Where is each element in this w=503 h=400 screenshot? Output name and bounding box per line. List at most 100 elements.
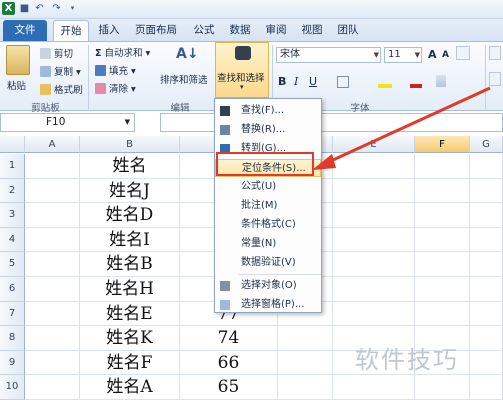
cut-button[interactable]: 剪切 [40, 46, 73, 60]
cell-g4[interactable] [470, 227, 503, 253]
cell-g5[interactable] [470, 252, 503, 277]
find-select-button[interactable]: 查找和选择 ▾ [215, 42, 269, 98]
row-header[interactable]: 4 [0, 227, 25, 253]
menu-item[interactable]: 数据验证(V) [215, 254, 321, 272]
cell-b4[interactable]: 姓名I [80, 227, 180, 253]
cell-a2[interactable] [25, 178, 80, 204]
tab-home[interactable]: 开始 [53, 20, 89, 41]
cell-c10[interactable]: 65 [180, 375, 278, 400]
cell-c9[interactable]: 66 [180, 350, 278, 376]
cell-g10[interactable] [470, 375, 503, 400]
cell-a9[interactable] [25, 350, 80, 376]
tab-data[interactable]: 数据 [224, 20, 256, 41]
cell-e10[interactable] [333, 375, 415, 400]
cell-g7[interactable] [470, 301, 503, 327]
cell-a7[interactable] [25, 301, 80, 327]
name-box[interactable]: F10 ▼ [0, 113, 135, 132]
row-header[interactable]: 8 [0, 326, 25, 351]
tab-review[interactable]: 审阅 [260, 20, 292, 41]
menu-item[interactable]: 选择对象(O) [215, 277, 321, 295]
copy-button[interactable]: 复制 ▾ [40, 64, 81, 78]
row-header[interactable]: 2 [0, 178, 25, 204]
cell-f3[interactable] [415, 203, 470, 228]
save-icon[interactable]: ■ [18, 2, 31, 15]
cell-a1[interactable] [25, 154, 80, 179]
italic-button[interactable]: I [294, 75, 298, 88]
cell-e6[interactable] [333, 277, 415, 302]
align-top-icon[interactable] [489, 46, 501, 60]
paste-button[interactable]: 粘贴 [7, 78, 26, 92]
cell-c8[interactable]: 74 [180, 326, 278, 351]
select-all-corner[interactable] [0, 136, 25, 153]
menu-item[interactable]: 常量(N) [215, 235, 321, 253]
cell-b7[interactable]: 姓名E [80, 301, 180, 327]
cell-a10[interactable] [25, 375, 80, 400]
clear-button[interactable]: 清除 ▾ [95, 81, 136, 95]
row-header[interactable]: 1 [0, 154, 25, 179]
menu-item[interactable]: 条件格式(C) [215, 216, 321, 234]
cell-b8[interactable]: 姓名K [80, 326, 180, 351]
cell-b9[interactable]: 姓名F [80, 350, 180, 376]
autosum-button[interactable]: Σ 自动求和 ▾ [95, 45, 150, 59]
row-header[interactable]: 10 [0, 375, 25, 400]
cell-e2[interactable] [333, 178, 415, 204]
bold-button[interactable]: B [278, 75, 286, 88]
tab-formulas[interactable]: 公式 [188, 20, 220, 41]
cell-f10[interactable] [415, 375, 470, 400]
cell-b1[interactable]: 姓名 [80, 154, 180, 179]
grow-font-button[interactable]: A [428, 48, 437, 61]
customize-dropdown-icon[interactable]: ▾ [66, 2, 79, 15]
cell-a4[interactable] [25, 227, 80, 253]
cell-b2[interactable]: 姓名J [80, 178, 180, 204]
cell-d9[interactable] [278, 350, 333, 376]
shrink-font-button[interactable]: A [442, 50, 449, 60]
cell-f4[interactable] [415, 227, 470, 253]
font-size-dropdown[interactable]: 11 ▼ [384, 47, 422, 63]
cell-d8[interactable] [278, 326, 333, 351]
row-header[interactable]: 5 [0, 252, 25, 277]
cell-e7[interactable] [333, 301, 415, 327]
row-header[interactable]: 7 [0, 301, 25, 327]
cell-b10[interactable]: 姓名A [80, 375, 180, 400]
cell-f7[interactable] [415, 301, 470, 327]
cell-a8[interactable] [25, 326, 80, 351]
sort-filter-button[interactable]: 排序和筛选 [160, 72, 208, 86]
row-header[interactable]: 6 [0, 277, 25, 302]
tab-file[interactable]: 文件 [3, 20, 47, 41]
undo-icon[interactable]: ↶ [33, 2, 46, 15]
tab-team[interactable]: 团队 [332, 20, 364, 41]
cell-f6[interactable] [415, 277, 470, 302]
cell-e5[interactable] [333, 252, 415, 277]
menu-item[interactable]: 公式(U) [215, 178, 321, 196]
cell-e4[interactable] [333, 227, 415, 253]
font-name-dropdown[interactable]: 宋体 ▼ [276, 47, 381, 63]
cell-b5[interactable]: 姓名B [80, 252, 180, 277]
menu-item[interactable]: 批注(M) [215, 197, 321, 215]
cell-a3[interactable] [25, 203, 80, 228]
redo-icon[interactable]: ↷ [50, 2, 63, 15]
tab-page-layout[interactable]: 页面布局 [128, 20, 184, 41]
align-button[interactable] [456, 46, 470, 60]
cell-e3[interactable] [333, 203, 415, 228]
tab-insert[interactable]: 插入 [93, 20, 125, 41]
cell-g3[interactable] [470, 203, 503, 228]
format-painter-button[interactable]: 格式刷 [40, 82, 83, 96]
cell-a5[interactable] [25, 252, 80, 277]
fill-button[interactable]: 填充 ▾ [95, 63, 136, 77]
cell-d10[interactable] [278, 375, 333, 400]
column-header-b[interactable]: B [80, 136, 180, 153]
cell-g8[interactable] [470, 326, 503, 351]
cell-b3[interactable]: 姓名D [80, 203, 180, 228]
cell-g2[interactable] [470, 178, 503, 204]
cell-g6[interactable] [470, 277, 503, 302]
menu-item[interactable]: 选择窗格(P)... [215, 296, 321, 314]
cell-b6[interactable]: 姓名H [80, 277, 180, 302]
paste-icon[interactable] [6, 45, 30, 75]
sort-filter-icon[interactable]: A↓ [176, 46, 199, 68]
cell-a6[interactable] [25, 277, 80, 302]
tab-view[interactable]: 视图 [296, 20, 328, 41]
cell-f5[interactable] [415, 252, 470, 277]
row-header[interactable]: 3 [0, 203, 25, 228]
column-header-a[interactable]: A [25, 136, 80, 153]
row-header[interactable]: 9 [0, 350, 25, 376]
